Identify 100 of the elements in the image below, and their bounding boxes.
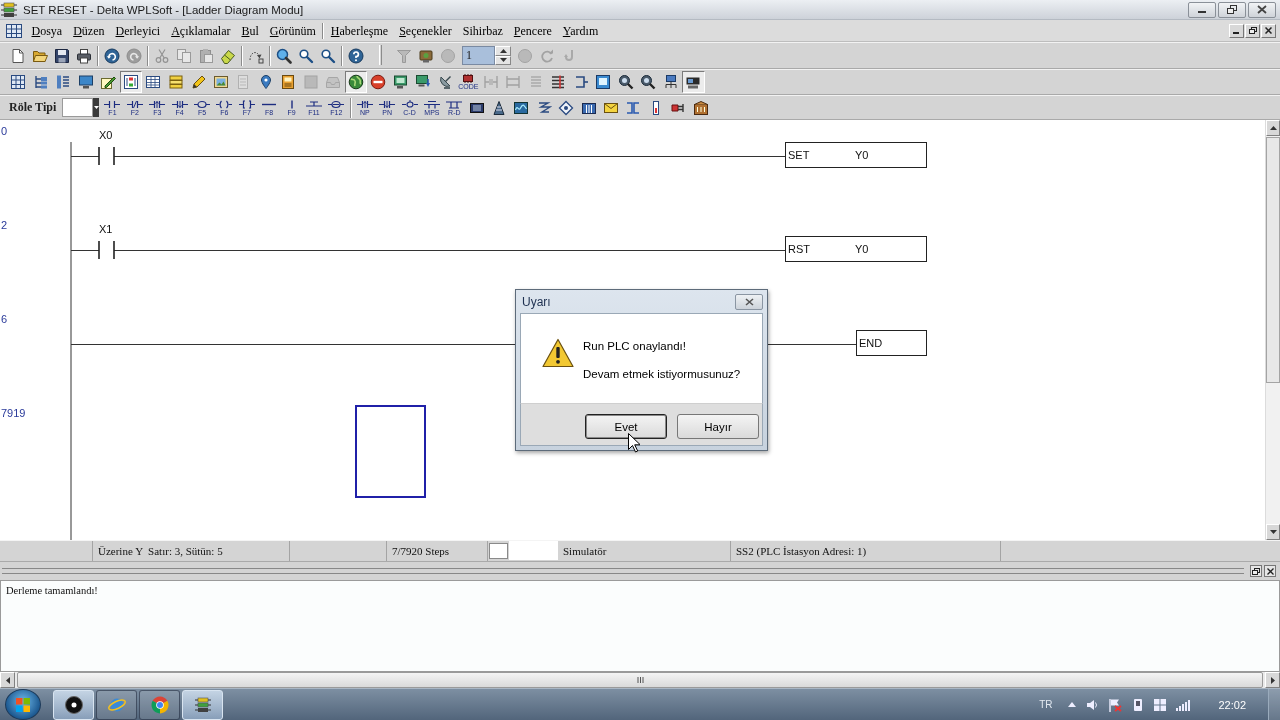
step-number: 0 [1,125,8,137]
close-icon [1265,27,1272,34]
toolbar-button[interactable] [119,71,142,93]
scroll-thumb[interactable] [1266,137,1280,383]
down-arrow-icon [499,58,507,63]
status-text: 7/7920 Steps [392,545,450,557]
tricolor-circle-icon [149,694,170,715]
step-number: 2 [1,219,8,231]
satellite-dish-icon [437,74,454,90]
spin-up-button[interactable] [495,46,511,56]
close-icon [744,297,754,306]
magnifier-icon [617,74,634,90]
book-icon [280,74,297,90]
status-text: SS2 (PLC İstasyon Adresi: 1) [736,545,867,557]
close-icon [1266,567,1274,575]
grid-icon [10,74,27,90]
stacked-blocks-icon [1,1,17,18]
monitor-icon [392,74,409,90]
picture-icon [212,74,229,90]
status-text: Üzerine Y [98,545,144,557]
disc-icon [63,694,84,715]
coil-icon [216,99,233,109]
menu-item[interactable]: Görünüm [264,22,322,39]
four-squares-icon [1154,698,1167,711]
diagram-icon [122,74,139,90]
windows-logo-icon [15,696,31,713]
tee-icon [305,99,322,109]
branch-icon [446,99,463,109]
monitor-icon [77,74,94,90]
operand-text: Y0 [855,149,869,161]
menu-item[interactable]: Seçenekler [393,22,458,39]
instruction-name: SET [788,149,810,161]
left-arrow-icon [5,676,10,684]
contact-label: X1 [99,223,113,235]
spin-down-button[interactable] [495,55,511,65]
coil-icon [401,99,418,109]
table-icon [145,74,162,90]
scroll-right-button[interactable] [1265,672,1280,688]
up-arrow-icon [1068,702,1077,707]
menu-item[interactable]: Açıklamalar [165,22,236,39]
scroll-left-button[interactable] [0,672,15,688]
restore-icon [1252,567,1260,575]
frame-icon [595,74,612,90]
language-indicator[interactable]: TR [1039,699,1053,710]
dropdown-button[interactable] [93,98,100,117]
scroll-up-button[interactable] [1266,120,1280,136]
dialog-title: Uyarı [522,294,551,309]
restore-button[interactable] [1250,565,1262,577]
magnifier-icon [320,47,336,64]
minimize-button[interactable] [1188,1,1216,18]
branch-icon [423,99,440,109]
menu-item[interactable]: Haberleşme [325,22,394,39]
menu-item[interactable]: Bul [235,22,265,39]
menu-item[interactable]: Pencere [508,22,558,39]
circle-icon [517,47,533,64]
instruction-name: RST [788,243,810,255]
instruction-box [856,330,927,356]
waveform-icon [513,99,530,116]
output-message: Derleme tamamlandı! [6,585,98,596]
help-icon [348,47,364,64]
spin-field[interactable]: 1 [462,46,495,65]
menu-item[interactable]: Derleyici [110,22,166,39]
right-arrow-icon [1270,676,1275,684]
grip-icon [636,677,644,683]
close-button[interactable] [735,293,763,310]
i-beam-icon [625,99,642,116]
scissors-icon [154,47,170,64]
toolbar-button[interactable] [344,71,367,93]
refresh-icon [539,47,555,64]
menu-item[interactable]: Düzen [67,22,110,39]
caret-icon [93,106,99,109]
document-icon [10,47,26,64]
restore-icon [1248,27,1257,34]
diamond-icon [558,99,575,116]
message-text: Run PLC onaylandı! [583,339,687,353]
restore-button[interactable] [1218,1,1246,18]
menu-item[interactable]: Dosya [26,22,68,39]
start-button[interactable] [5,689,41,720]
scroll-down-button[interactable] [1266,524,1280,540]
close-icon [1257,5,1267,14]
cone-icon [491,99,508,116]
mouse-pointer-icon [628,433,640,453]
close-button[interactable] [1264,565,1276,577]
square-icon [302,74,319,90]
toolbar-grip[interactable] [378,44,382,65]
list-icon [55,74,72,90]
dialog-button[interactable]: Evet [585,414,667,439]
contact-icon [171,99,188,109]
menu-item[interactable]: Yardım [557,22,604,39]
menu-item[interactable]: Sihirbaz [457,22,509,39]
toolbar-button[interactable] [682,71,705,93]
printer-icon [76,47,92,64]
dropdown-field[interactable] [62,98,94,117]
message-text: Devam etmek istiyormusunuz? [583,367,741,381]
clipboard-icon [198,47,214,64]
close-button[interactable] [1248,1,1276,18]
dialog-button[interactable]: Hayır [677,414,759,439]
contact-icon [149,99,166,109]
speaker-icon [1086,698,1099,711]
toolbar-label: Röle Tipi [9,100,57,115]
